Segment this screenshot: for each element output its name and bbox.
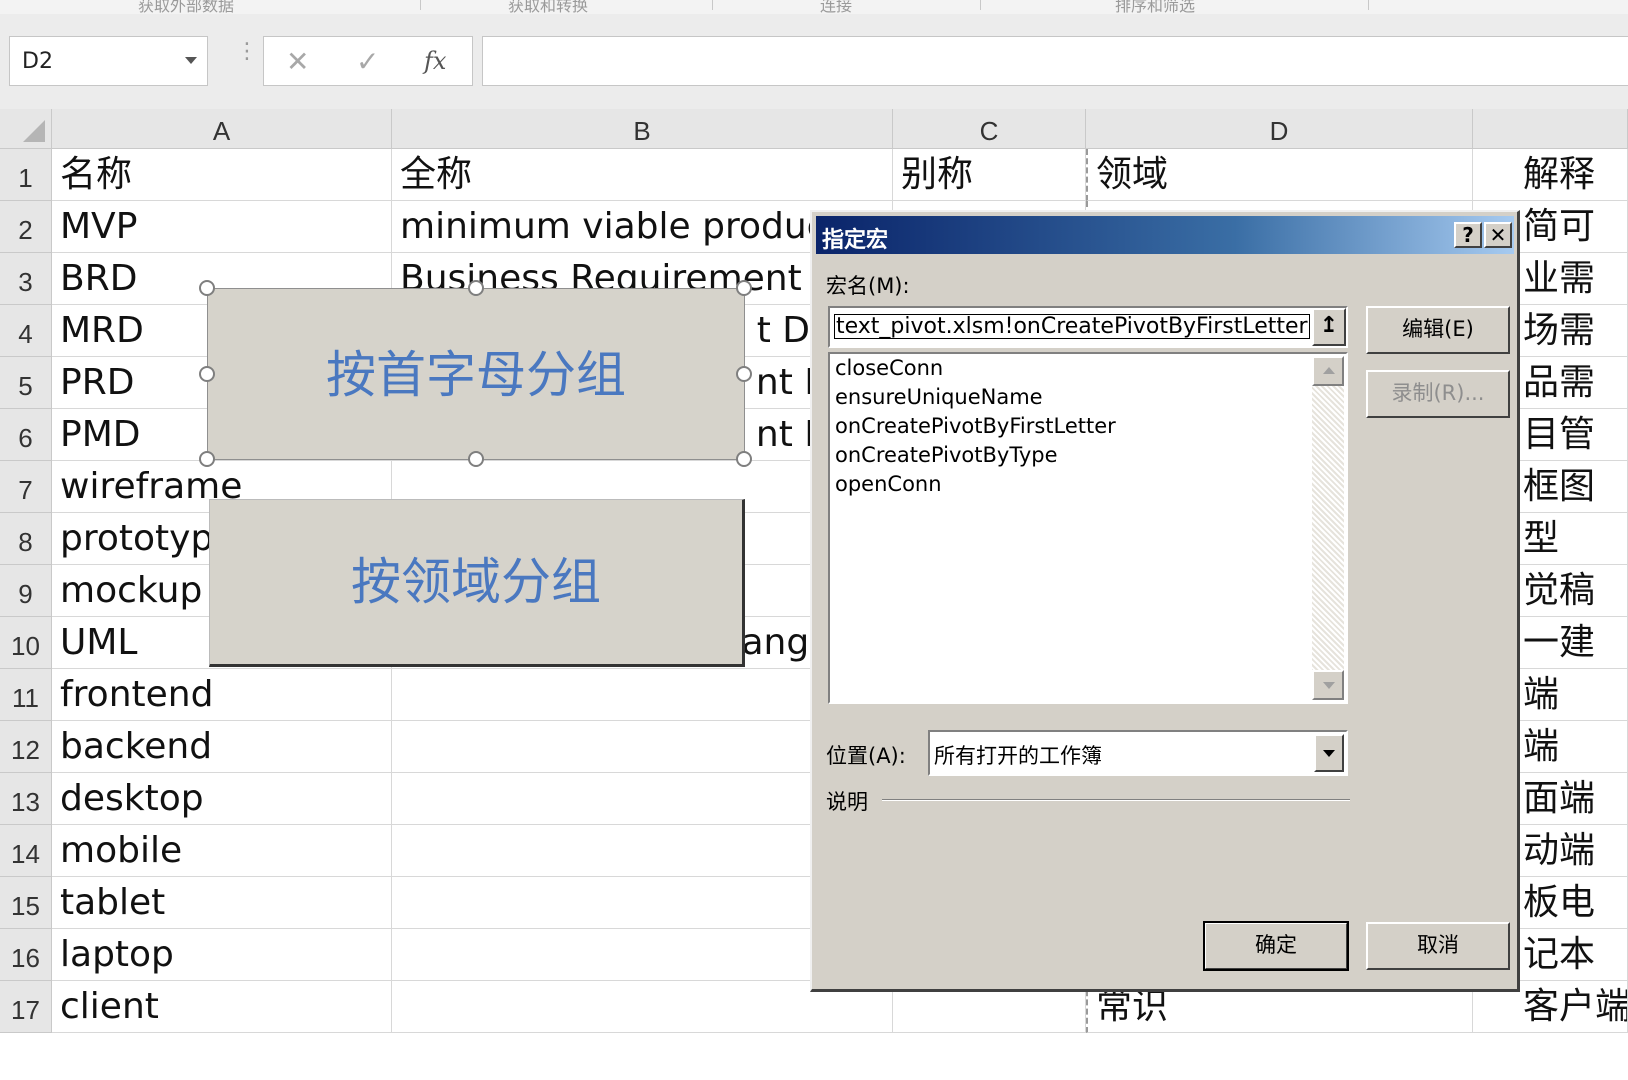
insert-function-icon[interactable]: fx (424, 47, 446, 75)
macro-list-item[interactable]: onCreatePivotByFirstLetter (835, 414, 1116, 438)
cancel-button[interactable]: 取消 (1366, 922, 1510, 970)
resize-handle[interactable] (199, 280, 215, 296)
row-header[interactable]: 10 (0, 617, 52, 669)
resize-handle[interactable] (199, 366, 215, 382)
resize-handle[interactable] (199, 451, 215, 467)
cell-a13[interactable]: desktop (52, 773, 392, 825)
arrow-down-icon (1323, 682, 1335, 689)
macro-list-item[interactable]: onCreatePivotByType (835, 443, 1058, 467)
cell-a17[interactable]: client (52, 981, 392, 1033)
cell-d1[interactable]: 领域 (1086, 149, 1473, 201)
resize-handle[interactable] (736, 366, 752, 382)
enter-check-icon[interactable]: ✓ (356, 45, 379, 78)
row-header[interactable]: 6 (0, 409, 52, 461)
cell-a11[interactable]: frontend (52, 669, 392, 721)
cell-a15[interactable]: tablet (52, 877, 392, 929)
location-select[interactable]: 所有打开的工作簿 (928, 730, 1348, 776)
resize-handle[interactable] (736, 280, 752, 296)
column-header-b[interactable]: B (392, 109, 893, 149)
formula-input[interactable] (482, 36, 1628, 86)
collapse-dialog-icon[interactable]: ↥ (1312, 308, 1346, 346)
help-button[interactable]: ? (1454, 222, 1482, 248)
row-header[interactable]: 12 (0, 721, 52, 773)
row-header[interactable]: 1 (0, 149, 52, 201)
cell-a14[interactable]: mobile (52, 825, 392, 877)
ok-button[interactable]: 确定 (1203, 921, 1349, 971)
row-header[interactable]: 9 (0, 565, 52, 617)
row-header[interactable]: 13 (0, 773, 52, 825)
ribbon-separator (712, 0, 713, 10)
macro-name-input[interactable]: text_pivot.xlsm!onCreatePivotByFirstLett… (828, 306, 1348, 348)
column-header-d[interactable]: D (1086, 109, 1473, 149)
row-header[interactable]: 8 (0, 513, 52, 565)
resize-handle[interactable] (736, 451, 752, 467)
ribbon-separator (420, 0, 421, 10)
chevron-down-icon[interactable] (185, 57, 197, 64)
row-header[interactable]: 17 (0, 981, 52, 1033)
ribbon-separator (1368, 0, 1369, 10)
cell-e1[interactable]: 解释 (1473, 149, 1628, 201)
ribbon-group-labels: 获取外部数据 获取和转换 连接 排序和筛选 (0, 0, 1628, 15)
group-by-domain-shape-button[interactable]: 按领域分组 (209, 499, 745, 667)
select-all-button[interactable] (0, 109, 52, 149)
row-header[interactable]: 11 (0, 669, 52, 721)
arrow-up-icon (1323, 367, 1335, 374)
table-row: 名称 全称 别称 领域 解释 (52, 149, 1628, 201)
macro-list-scrollbar[interactable] (1312, 356, 1344, 700)
resize-handle[interactable] (468, 451, 484, 467)
cancel-icon[interactable]: ✕ (286, 45, 309, 78)
name-box[interactable]: D2 (9, 36, 208, 86)
macro-list-item[interactable]: closeConn (835, 356, 943, 380)
dialog-title: 指定宏 (822, 228, 889, 253)
cell-a2[interactable]: MVP (52, 201, 392, 253)
row-header[interactable]: 7 (0, 461, 52, 513)
cell-c1[interactable]: 别称 (893, 149, 1086, 201)
column-header-a[interactable]: A (52, 109, 392, 149)
column-header-c[interactable]: C (893, 109, 1086, 149)
row-header[interactable]: 15 (0, 877, 52, 929)
assign-macro-dialog: 指定宏 ? ✕ 宏名(M): text_pivot.xlsm!onCreateP… (810, 210, 1520, 992)
resize-handle[interactable] (468, 280, 484, 296)
row-header[interactable]: 5 (0, 357, 52, 409)
macro-name-value: text_pivot.xlsm!onCreatePivotByFirstLett… (834, 314, 1310, 339)
ribbon-separator (980, 0, 981, 10)
row-header[interactable]: 4 (0, 305, 52, 357)
close-button[interactable]: ✕ (1484, 222, 1512, 248)
chevron-down-icon[interactable] (1314, 734, 1344, 772)
record-button[interactable]: 录制(R)... (1366, 370, 1510, 418)
cell-a1[interactable]: 名称 (52, 149, 392, 201)
scroll-down-button[interactable] (1312, 670, 1344, 700)
column-header-e[interactable] (1473, 109, 1628, 149)
row-header[interactable]: 14 (0, 825, 52, 877)
formula-bar: D2 ⋮ ✕ ✓ fx (0, 14, 1628, 109)
macro-name-label: 宏名(M): (826, 274, 910, 298)
macro-list-item[interactable]: ensureUniqueName (835, 385, 1043, 409)
macro-list[interactable]: closeConn ensureUniqueName onCreatePivot… (828, 352, 1348, 704)
description-divider (882, 799, 1350, 801)
location-label: 位置(A): (826, 744, 906, 768)
edit-button[interactable]: 编辑(E) (1366, 306, 1510, 354)
cell-a16[interactable]: laptop (52, 929, 392, 981)
formula-buttons: ✕ ✓ fx (263, 36, 473, 86)
row-header[interactable]: 16 (0, 929, 52, 981)
group-by-first-letter-shape-button[interactable]: 按首字母分组 (207, 288, 745, 460)
row-header[interactable]: 3 (0, 253, 52, 305)
description-label: 说明 (826, 790, 868, 814)
cell-a12[interactable]: backend (52, 721, 392, 773)
dialog-title-bar[interactable]: 指定宏 ? ✕ (816, 216, 1514, 254)
location-value: 所有打开的工作簿 (934, 744, 1102, 768)
macro-list-item[interactable]: openConn (835, 472, 942, 496)
scroll-up-button[interactable] (1312, 356, 1344, 386)
name-box-value: D2 (22, 49, 53, 74)
cell-b1[interactable]: 全称 (392, 149, 893, 201)
drag-handle-icon[interactable]: ⋮ (236, 41, 258, 63)
row-header[interactable]: 2 (0, 201, 52, 253)
